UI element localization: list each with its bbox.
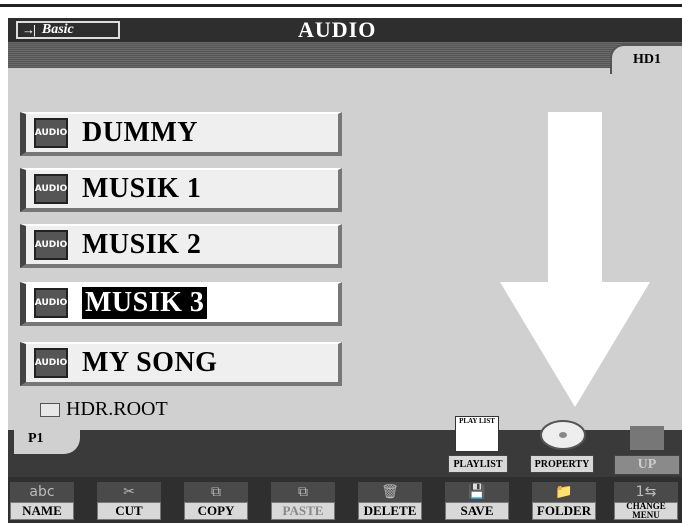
file-item-musik-2[interactable]: AUDIO MUSIK 2: [20, 224, 342, 268]
basic-mode-button[interactable]: →| Basic: [16, 21, 120, 39]
new-folder-icon: 📁: [532, 482, 596, 502]
cut-button[interactable]: ✂ CUT: [97, 482, 161, 520]
paste-button[interactable]: ⧉ PASTE: [271, 482, 335, 520]
page-title: AUDIO: [298, 17, 377, 42]
delete-button[interactable]: 🗑 DELETE: [358, 482, 422, 520]
file-name: DUMMY: [82, 117, 199, 148]
tab-p1[interactable]: P1: [14, 424, 80, 454]
abc-underline-icon: abc: [10, 482, 74, 502]
file-item-musik-1[interactable]: AUDIO MUSIK 1: [20, 168, 342, 212]
floppy-icon: 💾: [445, 482, 509, 502]
tab-hd1-label: HD1: [610, 44, 682, 74]
copy-button-label: COPY: [184, 502, 248, 520]
change-menu-label: CHANGE MENU: [614, 502, 678, 520]
current-folder: HDR.ROOT: [40, 398, 168, 421]
up-button[interactable]: UP: [614, 455, 680, 475]
folder-path: HDR.ROOT: [66, 398, 168, 420]
file-name: MUSIK 1: [82, 173, 202, 204]
down-arrow-icon: [500, 112, 650, 407]
tab-hd1[interactable]: HD1: [610, 44, 682, 74]
name-button-label: NAME: [10, 502, 74, 520]
up-folder-icon: [630, 426, 664, 450]
trash-icon: 🗑: [358, 482, 422, 502]
file-item-dummy[interactable]: AUDIO DUMMY: [20, 112, 342, 156]
playlist-button[interactable]: PLAYLIST: [448, 455, 508, 473]
delete-button-label: DELETE: [358, 502, 422, 520]
change-menu-button[interactable]: 1⇆ CHANGE MENU: [614, 482, 678, 520]
arrow-right-bar-icon: →|: [22, 22, 36, 37]
save-button[interactable]: 💾 SAVE: [445, 482, 509, 520]
property-button[interactable]: PROPERTY: [530, 455, 594, 473]
title-bar: →| Basic AUDIO: [8, 18, 682, 42]
copy-button[interactable]: ⧉ COPY: [184, 482, 248, 520]
cut-button-label: CUT: [97, 502, 161, 520]
file-name: MUSIK 2: [82, 229, 202, 260]
file-name: MY SONG: [82, 347, 218, 378]
mode-label: Basic: [41, 22, 74, 37]
scissors-icon: ✂: [97, 482, 161, 502]
playlist-icon: PLAY LIST: [455, 416, 499, 452]
playlist-icon-label: PLAY LIST: [459, 417, 495, 425]
folder-button[interactable]: 📁 FOLDER: [532, 482, 596, 520]
disc-icon: [540, 420, 586, 450]
audio-file-icon: AUDIO: [34, 118, 68, 148]
audio-file-icon: AUDIO: [34, 348, 68, 378]
file-item-my-song[interactable]: AUDIO MY SONG: [20, 342, 342, 386]
header-stripe: [8, 42, 682, 68]
change-menu-icon: 1⇆: [614, 482, 678, 502]
save-button-label: SAVE: [445, 502, 509, 520]
copy-icon: ⧉: [184, 482, 248, 502]
paste-icon: ⧉: [271, 482, 335, 502]
top-rule: [0, 4, 682, 7]
folder-button-label: FOLDER: [532, 502, 596, 520]
name-button[interactable]: abc NAME: [10, 482, 74, 520]
audio-file-icon: AUDIO: [34, 174, 68, 204]
paste-button-label: PASTE: [271, 502, 335, 520]
audio-file-icon: AUDIO: [34, 230, 68, 260]
file-item-musik-3[interactable]: AUDIO MUSIK 3: [20, 282, 342, 326]
audio-file-icon: AUDIO: [34, 288, 68, 318]
file-name: MUSIK 3: [82, 287, 208, 319]
folder-icon: [40, 402, 60, 417]
